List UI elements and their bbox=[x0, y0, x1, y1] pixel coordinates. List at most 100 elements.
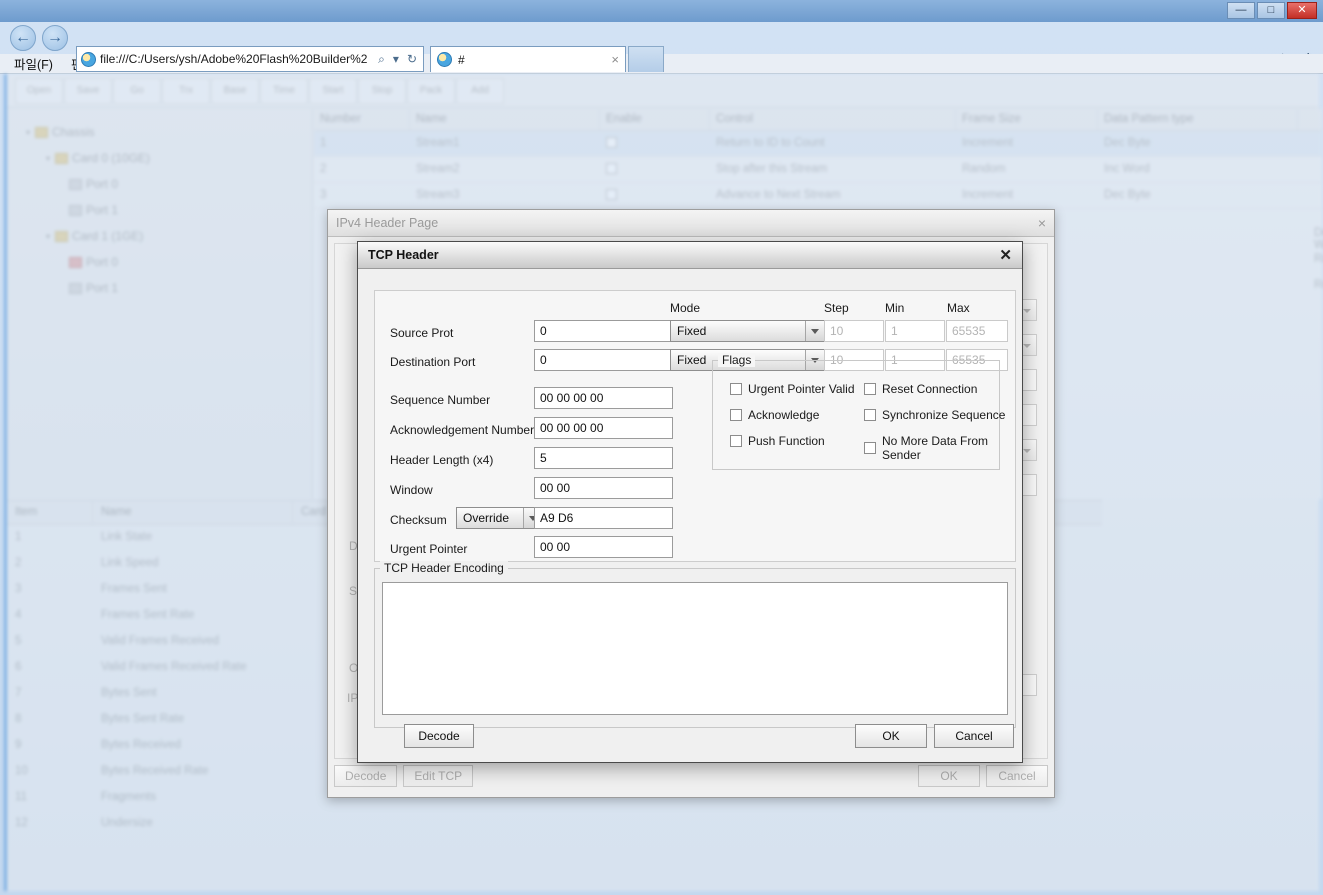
checkbox-urgent-pointer-valid[interactable]: Urgent Pointer Valid bbox=[730, 382, 855, 396]
urgent-pointer-label: Urgent Pointer bbox=[390, 542, 468, 556]
toolbar-button-add[interactable]: Add bbox=[456, 77, 504, 104]
column-header-control[interactable]: Control bbox=[710, 109, 956, 130]
maximize-button[interactable]: □ bbox=[1257, 2, 1285, 19]
ipv4-ok-button[interactable]: OK bbox=[918, 765, 980, 787]
address-bar[interactable]: file:///C:/Users/ysh/Adobe%20Flash%20Bui… bbox=[76, 46, 424, 72]
column-header-frame-size[interactable]: Frame Size bbox=[956, 109, 1098, 130]
close-icon[interactable]: ✕ bbox=[999, 246, 1012, 264]
urgent-pointer-input[interactable]: 00 00 bbox=[534, 536, 673, 558]
column-header-item[interactable]: Item bbox=[7, 501, 93, 524]
source-port-input[interactable]: 0 bbox=[534, 320, 673, 342]
ie-logo-icon bbox=[81, 51, 96, 67]
tab-close-icon[interactable]: × bbox=[611, 52, 619, 67]
ipv4-decode-button[interactable]: Decode bbox=[334, 765, 398, 787]
source-port-mode-select[interactable]: Fixed bbox=[670, 320, 825, 342]
checkbox-box[interactable] bbox=[864, 409, 876, 421]
enable-checkbox[interactable] bbox=[606, 163, 617, 174]
checksum-input[interactable]: A9 D6 bbox=[534, 507, 673, 529]
menu-item-file[interactable]: 파일(F) bbox=[14, 54, 53, 73]
checkbox-synchronize-sequence[interactable]: Synchronize Sequence bbox=[864, 408, 1005, 422]
source-port-max-input[interactable]: 65535 bbox=[946, 320, 1008, 342]
checkbox-box[interactable] bbox=[864, 383, 876, 395]
toolbar-button-start[interactable]: Start bbox=[309, 77, 357, 104]
tree-item-chassis[interactable]: ▾ Chassis bbox=[7, 119, 312, 145]
ipv4-cancel-button[interactable]: Cancel bbox=[986, 765, 1048, 787]
ok-button[interactable]: OK bbox=[855, 724, 927, 748]
enable-checkbox[interactable] bbox=[606, 189, 617, 200]
column-header-name[interactable]: Name bbox=[93, 501, 293, 524]
checkbox-box[interactable] bbox=[730, 435, 742, 447]
tree-item-card0-port1[interactable]: Port 1 bbox=[7, 197, 312, 223]
header-length-label: Header Length (x4) bbox=[390, 453, 494, 467]
checkbox-box[interactable] bbox=[730, 383, 742, 395]
table-row[interactable]: 3 Stream3 Advance to Next Stream Increme… bbox=[314, 183, 1322, 209]
toolbar-button-save[interactable]: Save bbox=[64, 77, 112, 104]
cell-enable[interactable] bbox=[600, 183, 710, 208]
checkbox-reset-connection[interactable]: Reset Connection bbox=[864, 382, 977, 396]
cell-enable[interactable] bbox=[600, 157, 710, 182]
column-header-name[interactable]: Name bbox=[410, 109, 600, 130]
window-titlebar: — □ ✕ bbox=[0, 0, 1323, 22]
checkbox-acknowledge[interactable]: Acknowledge bbox=[730, 408, 819, 422]
toolbar-button-go[interactable]: Go bbox=[113, 77, 161, 104]
column-header-number[interactable]: Number bbox=[314, 109, 410, 130]
close-window-button[interactable]: ✕ bbox=[1287, 2, 1317, 19]
tree-item-card1[interactable]: ▾ Card 1 (1GE) bbox=[7, 223, 312, 249]
tree-item-card1-port0[interactable]: Port 0 bbox=[7, 249, 312, 275]
expand-arrow-icon[interactable]: ▾ bbox=[21, 128, 35, 137]
ipv4-ghost-label-s: S bbox=[349, 584, 358, 598]
expand-arrow-icon[interactable]: ▾ bbox=[41, 154, 55, 163]
decode-button[interactable]: Decode bbox=[404, 724, 474, 748]
table-row[interactable]: 12 Undersize bbox=[7, 811, 1102, 837]
window-label: Window bbox=[390, 483, 433, 497]
tree-item-card0[interactable]: ▾ Card 0 (10GE) bbox=[7, 145, 312, 171]
tree-item-label: Port 0 bbox=[86, 255, 119, 269]
source-port-step-input[interactable]: 10 bbox=[824, 320, 884, 342]
acknowledgement-number-input[interactable]: 00 00 00 00 bbox=[534, 417, 673, 439]
window-input[interactable]: 00 00 bbox=[534, 477, 673, 499]
header-length-input[interactable]: 5 bbox=[534, 447, 673, 469]
ipv4-edit-tcp-button[interactable]: Edit TCP bbox=[403, 765, 474, 787]
back-button[interactable]: ← bbox=[10, 25, 36, 51]
toolbar-button-trx[interactable]: Trx bbox=[162, 77, 210, 104]
tcp-encoding-textarea[interactable] bbox=[382, 582, 1008, 715]
source-port-min-input[interactable]: 1 bbox=[885, 320, 945, 342]
toolbar-button-stop[interactable]: Stop bbox=[358, 77, 406, 104]
forward-button[interactable]: → bbox=[42, 25, 68, 51]
sequence-number-input[interactable]: 00 00 00 00 bbox=[534, 387, 673, 409]
column-header-enable[interactable]: Enable bbox=[600, 109, 710, 130]
checksum-mode-select[interactable]: Override bbox=[456, 507, 543, 529]
toolbar-button-open[interactable]: Open bbox=[15, 77, 63, 104]
tree-item-card1-port1[interactable]: Port 1 bbox=[7, 275, 312, 301]
chevron-down-icon[interactable] bbox=[805, 321, 824, 341]
minimize-button[interactable]: — bbox=[1227, 2, 1255, 19]
refresh-icon[interactable]: ↻ bbox=[405, 52, 419, 66]
table-row[interactable]: 2 Stream2 Stop after this Stream Random … bbox=[314, 157, 1322, 183]
enable-checkbox[interactable] bbox=[606, 137, 617, 148]
toolbar-button-pack[interactable]: Pack bbox=[407, 77, 455, 104]
tree-item-label: Port 1 bbox=[86, 281, 119, 295]
toolbar-button-base[interactable]: Base bbox=[211, 77, 259, 104]
search-icon[interactable]: ⌕ bbox=[376, 52, 387, 67]
expand-arrow-icon[interactable]: ▾ bbox=[41, 232, 55, 241]
cell-name: Stream3 bbox=[416, 189, 460, 201]
port-icon bbox=[69, 282, 82, 294]
checkbox-box[interactable] bbox=[730, 409, 742, 421]
cell-frame-size: Increment bbox=[962, 137, 1014, 149]
checkbox-no-more-data-from-sender[interactable]: No More Data From Sender bbox=[864, 434, 1014, 462]
checkbox-label: Reset Connection bbox=[882, 382, 978, 396]
cell-enable[interactable] bbox=[600, 131, 710, 156]
browser-tab[interactable]: # × bbox=[430, 46, 626, 72]
destination-port-input[interactable]: 0 bbox=[534, 349, 673, 371]
column-header-data-pattern[interactable]: Data Pattern type bbox=[1098, 109, 1298, 130]
new-tab-button[interactable] bbox=[628, 46, 664, 72]
checkbox-push-function[interactable]: Push Function bbox=[730, 434, 825, 448]
close-icon[interactable]: × bbox=[1038, 215, 1046, 231]
table-row[interactable]: 1 Stream1 Return to ID to Count Incremen… bbox=[314, 131, 1322, 157]
cell-pattern: Repeating bbox=[1314, 279, 1323, 291]
cancel-button[interactable]: Cancel bbox=[934, 724, 1014, 748]
chevron-down-icon[interactable]: ▾ bbox=[391, 52, 401, 66]
toolbar-button-time[interactable]: Time bbox=[260, 77, 308, 104]
checkbox-box[interactable] bbox=[864, 442, 876, 454]
tree-item-card0-port0[interactable]: Port 0 bbox=[7, 171, 312, 197]
